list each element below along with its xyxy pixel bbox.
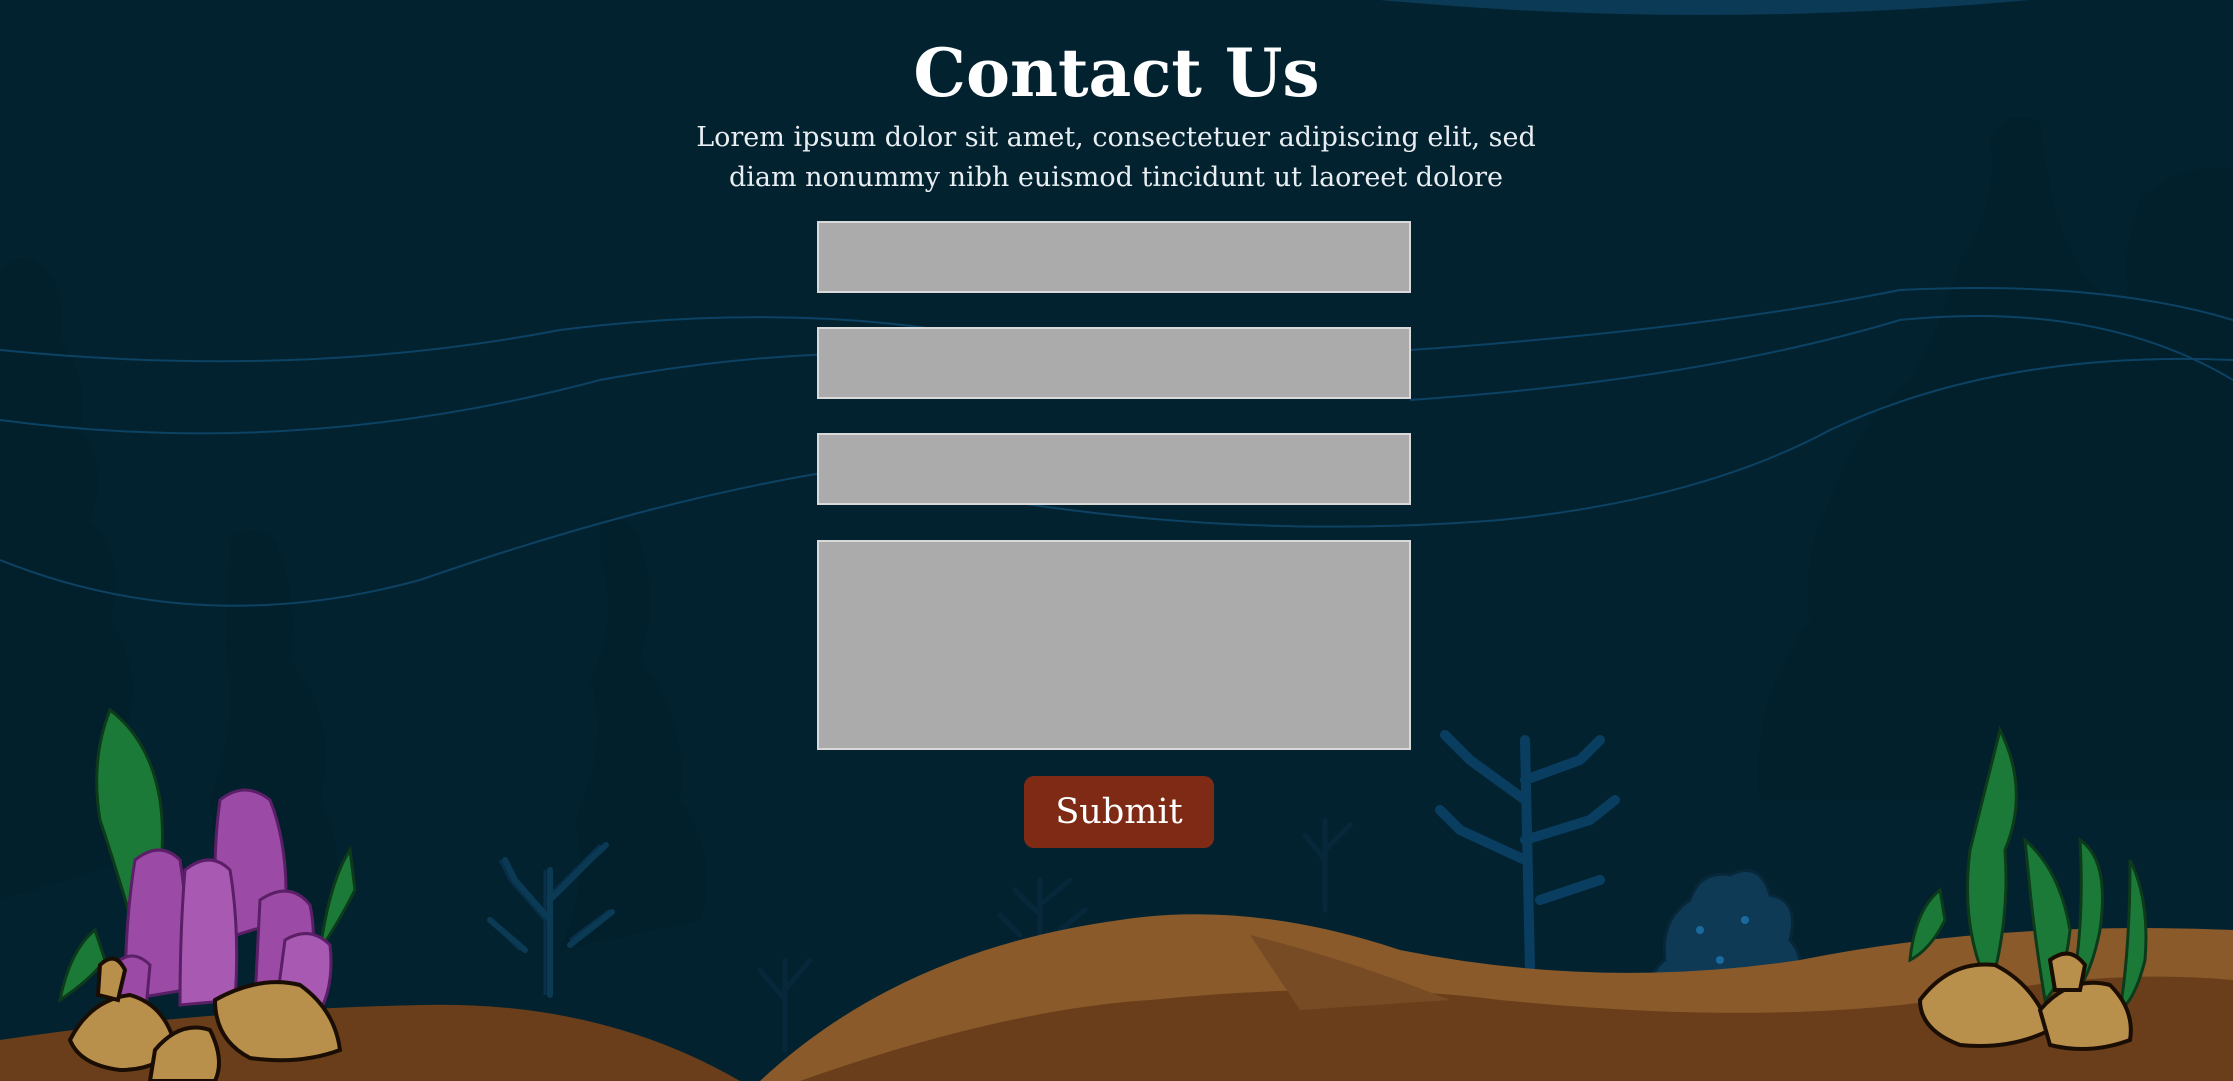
submit-button[interactable]: Submit	[1024, 776, 1214, 848]
message-textarea[interactable]	[817, 540, 1411, 750]
contact-page: Contact Us Lorem ipsum dolor sit amet, c…	[0, 0, 2233, 1081]
contact-field-1[interactable]	[817, 221, 1411, 293]
contact-field-3[interactable]	[817, 433, 1411, 505]
page-title: Contact Us	[913, 34, 1320, 112]
contact-field-2[interactable]	[817, 327, 1411, 399]
page-subtitle: Lorem ipsum dolor sit amet, consectetuer…	[696, 122, 1536, 193]
